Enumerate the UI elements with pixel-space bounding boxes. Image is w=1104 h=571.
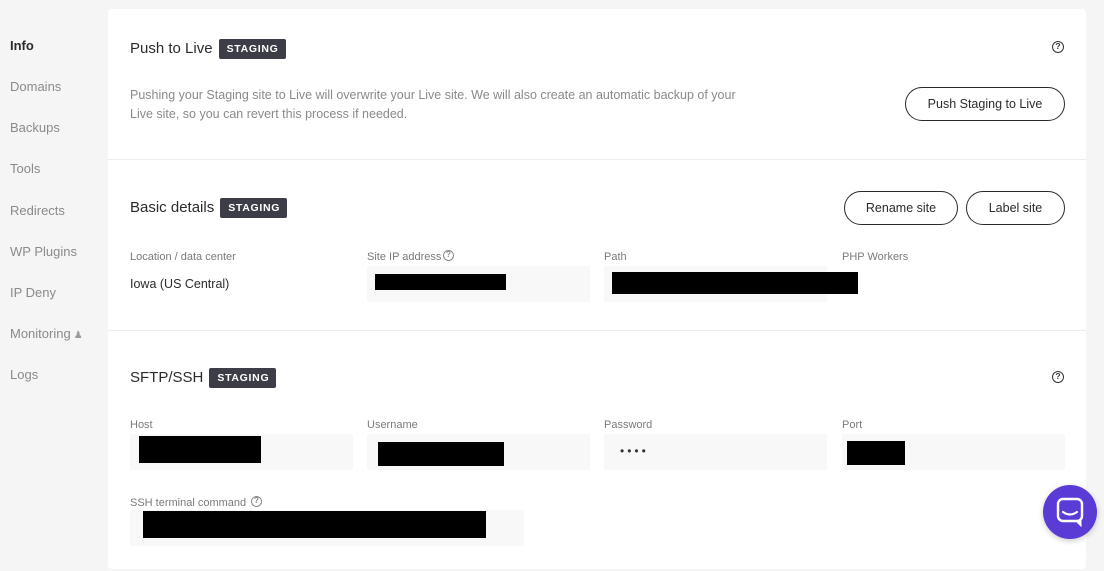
sidebar-item-domains[interactable]: Domains — [10, 79, 61, 94]
sidebar: Info Domains Backups Tools Redirects WP … — [0, 0, 108, 548]
sidebar-item-label: Monitoring — [10, 326, 71, 341]
question-circle-icon[interactable]: ? — [443, 250, 454, 261]
question-circle-icon[interactable]: ? — [251, 496, 262, 507]
sidebar-item-redirects[interactable]: Redirects — [10, 203, 65, 218]
redacted-ssh-command — [143, 511, 486, 538]
redacted-ip — [375, 274, 506, 290]
push-to-live-section: Push to Live STAGING ? Pushing your Stagi… — [108, 9, 1086, 159]
sidebar-item-info[interactable]: Info — [10, 38, 34, 53]
sidebar-item-logs[interactable]: Logs — [10, 367, 38, 382]
site-ip-label: Site IP address — [367, 251, 441, 263]
sidebar-item-tools[interactable]: Tools — [10, 161, 40, 176]
section-title: Push to Live STAGING — [130, 39, 286, 59]
sidebar-item-wp-plugins[interactable]: WP Plugins — [10, 244, 77, 259]
redacted-path — [612, 272, 858, 294]
location-label: Location / data center — [130, 251, 236, 263]
sidebar-item-backups[interactable]: Backups — [10, 120, 60, 135]
sidebar-item-ip-deny[interactable]: IP Deny — [10, 285, 56, 300]
section-title-text: Push to Live — [130, 40, 213, 57]
host-label: Host — [130, 419, 153, 431]
sftp-section: SFTP/SSH STAGING ? Host Username Password… — [108, 331, 1086, 571]
redacted-host — [139, 436, 261, 463]
chat-icon-graphic — [1056, 497, 1084, 528]
php-workers-label: PHP Workers — [842, 251, 909, 263]
section-title-text: Basic details — [130, 199, 215, 216]
push-description: Pushing your Staging site to Live will o… — [130, 88, 736, 121]
question-circle-icon[interactable]: ? — [1052, 371, 1064, 383]
staging-badge: STAGING — [209, 368, 277, 388]
ssh-command-label-text: SSH terminal command — [130, 497, 247, 509]
section-title-text: SFTP/SSH — [130, 369, 204, 386]
ssh-command-label: SSH terminal command — [130, 497, 246, 509]
redacted-port — [847, 441, 905, 465]
password-label: Password — [604, 419, 653, 431]
rename-site-button[interactable]: Rename site — [844, 191, 958, 225]
push-staging-to-live-button[interactable]: Push Staging to Live — [905, 87, 1065, 121]
label-site-button[interactable]: Label site — [966, 191, 1065, 225]
staging-badge: STAGING — [220, 198, 288, 218]
path-label: Path — [604, 251, 627, 263]
lock-icon: ♟ — [73, 330, 83, 341]
question-circle-icon[interactable]: ? — [1052, 41, 1064, 53]
port-label: Port — [842, 419, 863, 431]
section-title: Basic details STAGING — [130, 198, 288, 218]
username-label: Username — [367, 419, 418, 431]
main-panel: Push to Live STAGING ? Pushing your Stagi… — [108, 9, 1086, 569]
sidebar-item-monitoring[interactable]: Monitoring ♟ — [10, 326, 83, 341]
location-value: Iowa (US Central) — [130, 277, 230, 291]
section-title: SFTP/SSH STAGING — [130, 368, 277, 388]
password-value: •••• — [620, 444, 649, 458]
staging-badge: STAGING — [218, 39, 286, 59]
chat-bubble-icon[interactable] — [1043, 485, 1097, 539]
redacted-username — [378, 442, 504, 466]
basic-details-section: Basic details STAGING Rename site Label s… — [108, 160, 1086, 330]
site-ip-label-text: Site IP address — [367, 251, 442, 263]
